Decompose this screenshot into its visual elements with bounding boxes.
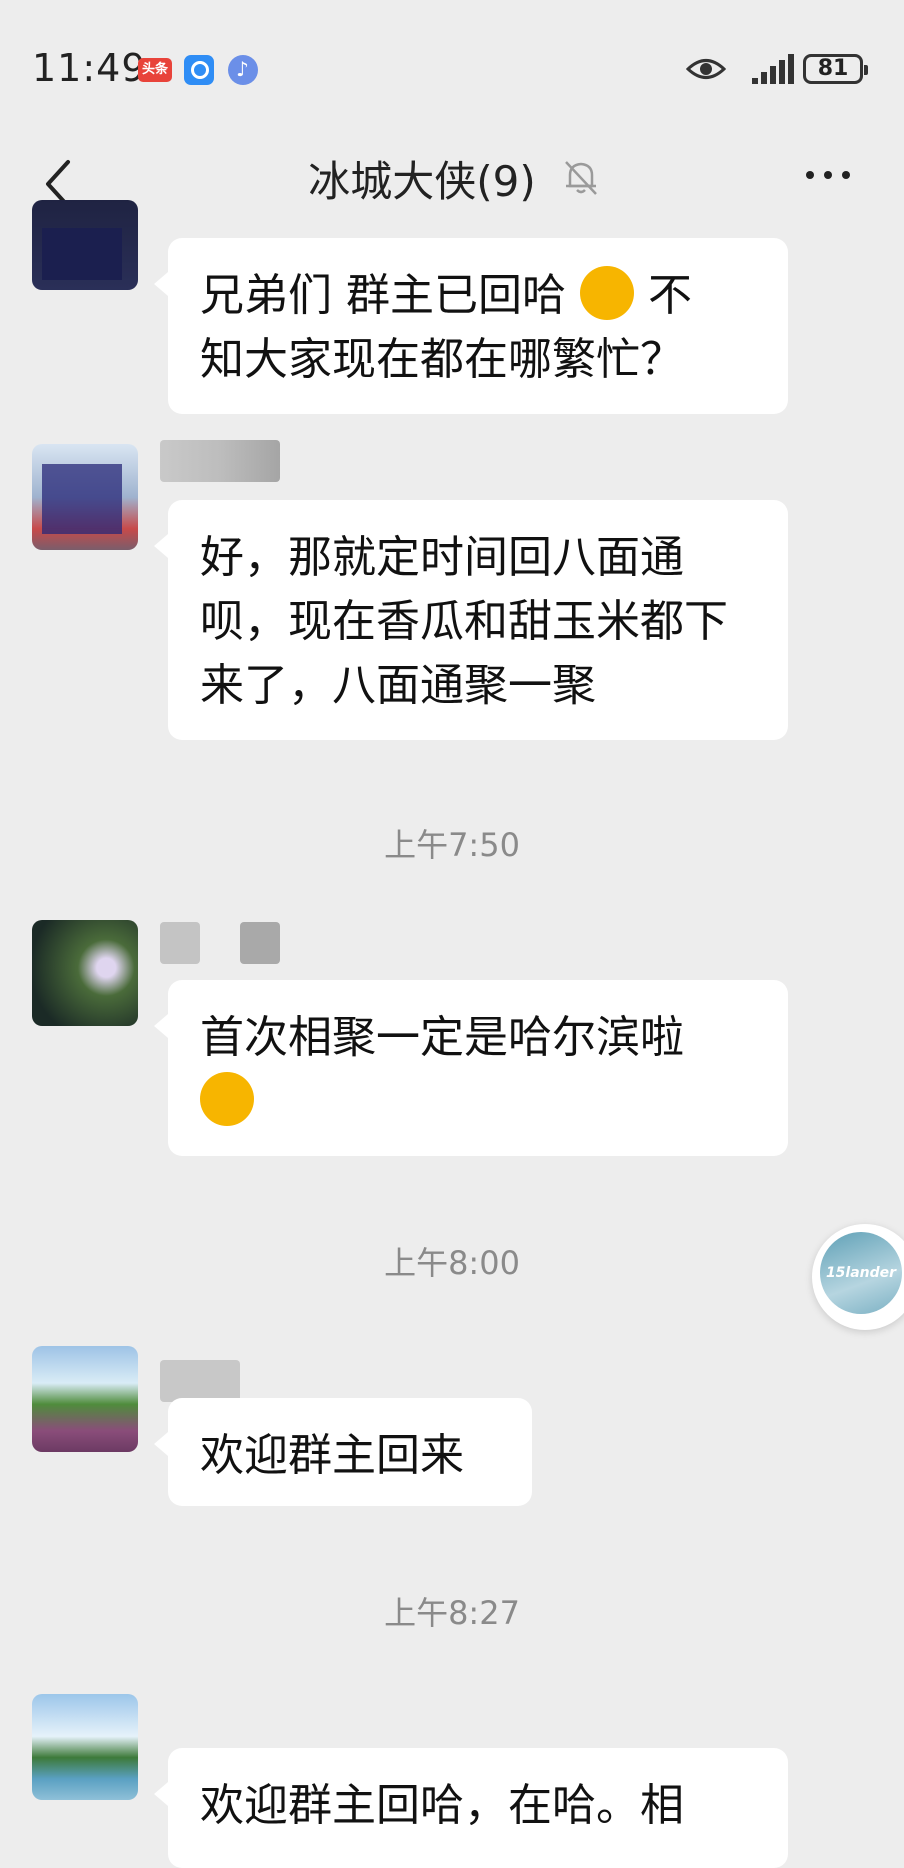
avatar[interactable]	[32, 1694, 138, 1800]
sender-name-redacted	[240, 922, 280, 964]
message-bubble[interactable]: 欢迎群主回哈，在哈。相	[154, 1748, 788, 1868]
avatar[interactable]	[32, 1346, 138, 1452]
avatar[interactable]	[32, 444, 138, 550]
status-bar: 11:49 头条 81	[0, 0, 904, 140]
message-text: 知大家现在都在哪繁忙？	[200, 334, 684, 385]
floating-app-badge[interactable]: 15lander	[812, 1224, 904, 1330]
message-bubble[interactable]: 兄弟们 群主已回哈 不 知大家现在都在哪繁忙？	[154, 238, 788, 414]
message-bubble[interactable]: 首次相聚一定是哈尔滨啦	[154, 980, 788, 1156]
message-text: 欢迎群主回来	[200, 1430, 464, 1481]
music-icon	[228, 55, 258, 85]
mute-bell-icon	[565, 161, 597, 195]
message-text: 首次相聚一定是哈尔滨啦	[200, 1012, 684, 1063]
winking-tongue-emoji-icon	[200, 1072, 254, 1126]
message-text: 不	[648, 270, 692, 321]
chat-title-text: 冰城大侠(9)	[308, 157, 536, 206]
avatar[interactable]	[32, 920, 138, 1026]
message-bubble[interactable]: 好，那就定时间回八面通呗，现在香瓜和甜玉米都下来了，八面通聚一聚	[154, 500, 788, 740]
sender-name-redacted	[160, 440, 280, 482]
message-text: 欢迎群主回哈，在哈。相	[200, 1780, 684, 1831]
eye-icon	[686, 59, 726, 79]
hand-over-mouth-emoji-icon	[580, 266, 634, 320]
toutiao-icon: 头条	[138, 58, 172, 82]
battery-icon: 81	[803, 54, 868, 84]
search-app-icon	[184, 55, 214, 85]
timestamp: 上午8:27	[384, 1594, 520, 1632]
avatar[interactable]	[32, 200, 138, 290]
timestamp: 上午8:00	[384, 1244, 520, 1282]
chat-title: 冰城大侠(9)	[0, 148, 904, 209]
sender-name-redacted	[160, 922, 200, 964]
message-text: 好，那就定时间回八面通呗，现在香瓜和甜玉米都下来了，八面通聚一聚	[200, 532, 728, 711]
sender-name-redacted	[160, 1360, 240, 1402]
floating-badge-label: 15lander	[820, 1232, 902, 1314]
timestamp: 上午7:50	[384, 826, 520, 864]
message-text: 兄弟们 群主已回哈	[200, 270, 566, 321]
message-bubble[interactable]: 欢迎群主回来	[154, 1398, 532, 1506]
more-options-icon[interactable]	[800, 155, 856, 195]
signal-icon	[752, 54, 794, 84]
status-time: 11:49	[32, 46, 147, 90]
